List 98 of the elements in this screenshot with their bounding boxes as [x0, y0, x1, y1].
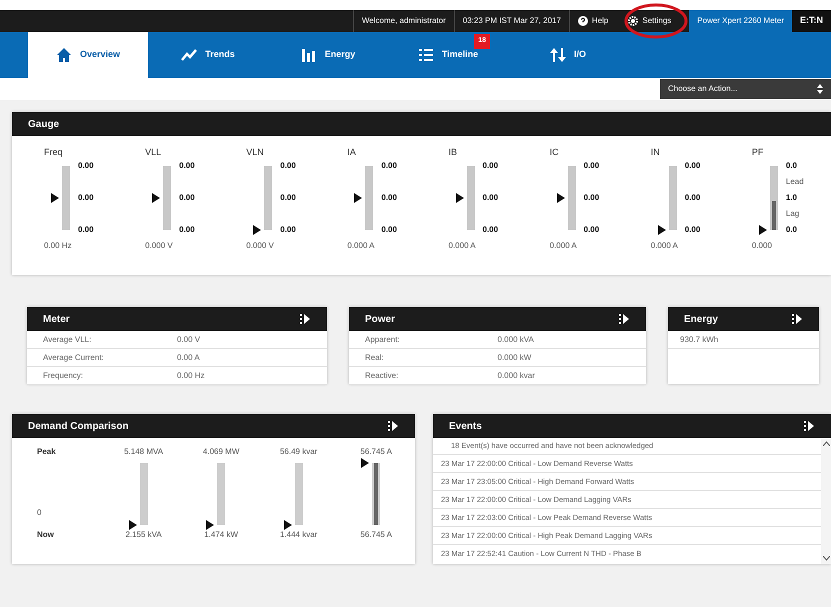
- row-label: Apparent:: [365, 334, 401, 346]
- panel-title: Meter: [43, 312, 70, 326]
- help-button[interactable]: Help: [570, 10, 616, 32]
- peak-value: 4.069 MW: [202, 446, 240, 458]
- scale-label: 0.00: [78, 194, 94, 202]
- settings-icon: [628, 16, 638, 26]
- panel-title: Events: [449, 420, 482, 434]
- scale-label: 0.00: [482, 194, 498, 202]
- scale-label: 0.00: [381, 162, 397, 170]
- gauge-reading: 0.000 A: [448, 240, 477, 252]
- row-label: Average Current:: [43, 352, 105, 364]
- scale-label: 0.00: [482, 162, 498, 170]
- logo: E:T:N: [792, 10, 831, 32]
- peak-value: 56.745 A: [360, 446, 392, 458]
- gauge-reading: 0.000 A: [347, 240, 376, 252]
- scrollbar[interactable]: [821, 438, 831, 564]
- scale-label: 0.00: [482, 226, 498, 234]
- scroll-down-icon[interactable]: [822, 556, 830, 561]
- menu-arrow-icon[interactable]: [803, 420, 815, 432]
- gauge-reading: 0.000 V: [246, 240, 275, 252]
- row-value: 0.000 kVA: [498, 334, 534, 346]
- panel-title: Power: [365, 312, 396, 326]
- list-icon: [418, 47, 434, 63]
- gauge-label: IB: [448, 146, 458, 159]
- panel-title: Gauge: [28, 118, 60, 132]
- scale-label: 0.00: [179, 194, 195, 202]
- scale-label: 0.0: [786, 162, 798, 170]
- scroll-up-icon[interactable]: [822, 441, 830, 446]
- scale-label: 0.00: [280, 226, 296, 234]
- scale-label: 0.00: [179, 162, 195, 170]
- scale-label: 0.00: [684, 226, 700, 234]
- scale-label: 0.00: [381, 194, 397, 202]
- scale-label: 0.00: [280, 194, 296, 202]
- gauge-label: Freq: [44, 146, 64, 159]
- scale-label: 0.00: [584, 162, 600, 170]
- peak-label: Peak: [37, 446, 57, 458]
- row-value: 0.000 kW: [498, 352, 532, 364]
- bar-chart-icon: [300, 47, 317, 63]
- settings-button[interactable]: Settings: [616, 10, 684, 32]
- gauge-label: IA: [347, 146, 357, 159]
- nav-tab[interactable]: Overview: [28, 32, 148, 78]
- scale-label: 0.00: [584, 194, 600, 202]
- scale-label: 0.00: [584, 226, 600, 234]
- gauge-label: VLL: [145, 146, 162, 159]
- row-label: Frequency:: [43, 370, 84, 382]
- menu-arrow-icon[interactable]: [618, 313, 630, 325]
- menu-arrow-icon[interactable]: [387, 420, 399, 432]
- trend-line-icon: [181, 47, 198, 63]
- up-down-arrows-icon: [550, 47, 566, 63]
- peak-value: 56.49 kvar: [280, 446, 318, 458]
- updown-caret-icon: [817, 84, 823, 94]
- now-value: 1.444 kvar: [280, 529, 318, 541]
- now-value: 56.745 A: [360, 529, 392, 541]
- energy-value: 930.7 kWh: [680, 334, 718, 346]
- gauge-label: IN: [650, 146, 661, 159]
- gauge-reading: 0.00 Hz: [44, 240, 73, 252]
- home-icon: [56, 47, 72, 63]
- nav-tab[interactable]: I/O: [508, 32, 628, 78]
- row-label: Average VLL:: [43, 334, 92, 346]
- scale-label: 1.0: [786, 194, 798, 202]
- gauge-reading: 0.000 A: [550, 240, 578, 252]
- panel-title: Energy: [684, 312, 718, 326]
- gauge-label: PF: [752, 146, 764, 159]
- now-value: 1.474 kW: [204, 529, 238, 541]
- scale-label: 0.00: [684, 162, 700, 170]
- scale-label: 0.00: [280, 162, 296, 170]
- row-value: 0.00 A: [177, 352, 200, 364]
- gauge-label: IC: [550, 146, 560, 159]
- scale-label: 0.0: [786, 226, 798, 234]
- row-value: 0.00 Hz: [177, 370, 205, 382]
- highlight-ellipse: [624, 3, 688, 39]
- gauge-reading: 0.000 V: [145, 240, 174, 252]
- help-icon: [578, 16, 588, 26]
- scale-label: 0.00: [684, 194, 700, 202]
- zero-label: 0: [37, 507, 42, 519]
- now-value: 2.155 kVA: [125, 529, 162, 541]
- row-label: Reactive:: [365, 370, 400, 382]
- row-value: 0.000 kvar: [498, 370, 535, 382]
- gauge-reading: 0.000: [752, 240, 773, 252]
- scale-label: 0.00: [78, 162, 94, 170]
- scale-label: Lead: [786, 178, 804, 186]
- scale-label: 0.00: [179, 226, 195, 234]
- scale-label: 0.00: [78, 226, 94, 234]
- nav-tab[interactable]: Energy: [268, 32, 388, 78]
- now-label: Now: [37, 529, 55, 541]
- panel-title: Demand Comparison: [28, 420, 129, 434]
- scale-label: 0.00: [381, 226, 397, 234]
- peak-value: 5.148 MVA: [124, 446, 164, 458]
- gauge-label: VLN: [246, 146, 265, 159]
- row-value: 0.00 V: [177, 334, 200, 346]
- row-label: Real:: [365, 352, 385, 364]
- menu-arrow-icon[interactable]: [299, 313, 311, 325]
- device-name: Power Xpert 2260 Meter: [689, 10, 792, 32]
- gauge-reading: 0.000 A: [650, 240, 679, 252]
- nav-tab[interactable]: Trends: [148, 32, 268, 78]
- scale-label: Lag: [786, 210, 800, 218]
- action-select[interactable]: Choose an Action...: [660, 79, 831, 99]
- menu-arrow-icon[interactable]: [791, 313, 803, 325]
